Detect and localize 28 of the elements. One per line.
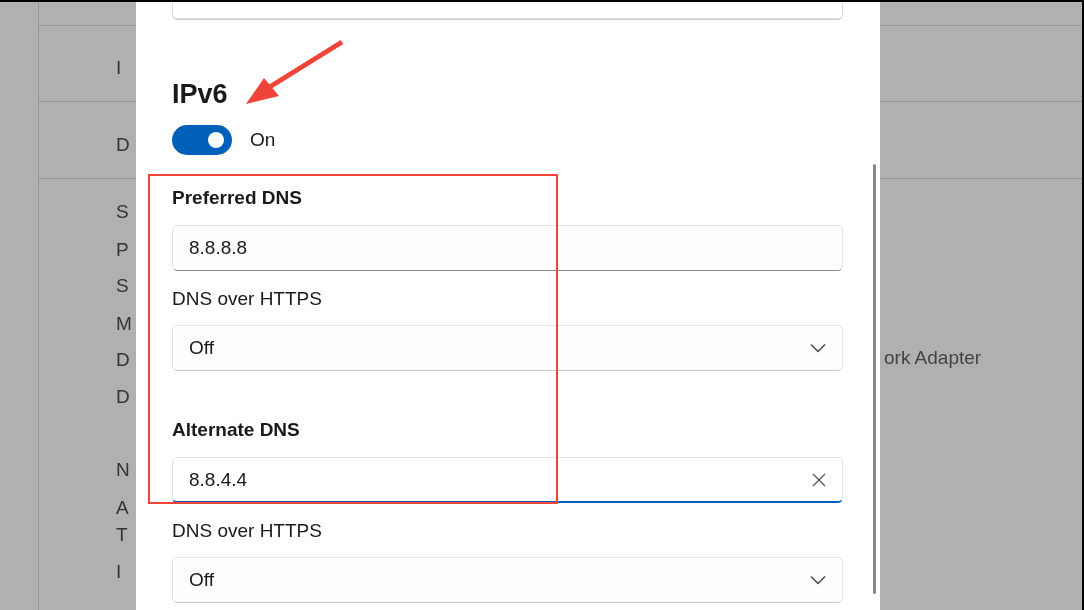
dns-input-field[interactable]: 8.8.8.8	[172, 225, 843, 271]
field-label: Preferred DNS	[172, 186, 303, 210]
https-dropdown[interactable]: Off	[172, 325, 843, 371]
background-label: M	[116, 312, 132, 336]
chevron-down-icon	[810, 343, 826, 353]
background-label: S	[116, 200, 129, 224]
background-label: I	[116, 560, 122, 584]
dns-input-field[interactable]: 8.8.4.4	[172, 457, 843, 503]
field-label: Alternate DNS	[172, 418, 301, 442]
background-label: D	[116, 348, 130, 372]
background-label: N	[116, 458, 130, 482]
toggle-switch[interactable]	[172, 125, 232, 155]
background-label: D	[116, 385, 130, 409]
scrollbar[interactable]	[873, 164, 876, 594]
background-label: T	[116, 523, 128, 547]
section-heading: IPv6	[172, 78, 229, 111]
background-label: D	[116, 133, 130, 157]
field-label: DNS over HTTPS	[172, 519, 323, 543]
https-dropdown[interactable]: Off	[172, 557, 843, 603]
field-label: DNS over HTTPS	[172, 287, 323, 311]
background-label: P	[116, 238, 129, 262]
toggle-label: On	[250, 128, 276, 152]
background-label: ork Adapter	[884, 346, 982, 370]
background-label: I	[116, 56, 122, 80]
background-label: S	[116, 274, 129, 298]
chevron-down-icon	[810, 575, 826, 585]
background-label: A	[116, 496, 129, 520]
clear-icon[interactable]	[812, 472, 826, 487]
